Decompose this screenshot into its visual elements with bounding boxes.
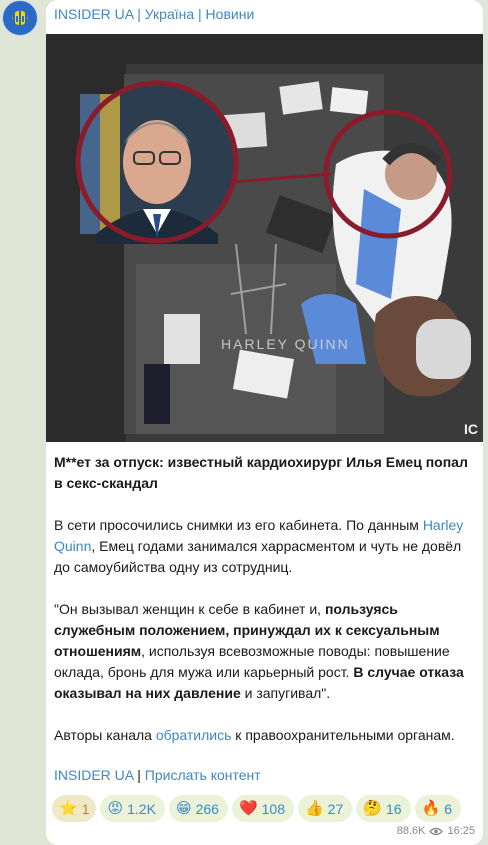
post-paragraph-2: "Он вызывал женщин к себе в кабинет и, п… xyxy=(54,599,476,704)
paragraph-text: к правоохранительными органам. xyxy=(231,727,455,743)
channel-name[interactable]: INSIDER UA | Україна | Новини xyxy=(54,6,254,22)
reaction-angry[interactable]: 😡 1.2K xyxy=(100,795,165,822)
eye-icon xyxy=(429,827,444,835)
paragraph-text: Авторы канала xyxy=(54,727,156,743)
reaction-count: 27 xyxy=(327,800,344,817)
paragraph-text: В сети просочились снимки из его кабинет… xyxy=(54,517,423,533)
reaction-count: 1.2K xyxy=(127,800,156,817)
post-text: М**ет за отпуск: известный кардиохирург … xyxy=(54,452,476,767)
appealed-link[interactable]: обратились xyxy=(156,727,232,743)
footer-links: INSIDER UA | Прислать контент xyxy=(54,767,261,783)
post-paragraph-3: Авторы канала обратились к правоохраните… xyxy=(54,725,476,746)
message-meta: 88.6K 16:25 xyxy=(397,825,475,837)
reactions-bar: ⭐ 1 😡 1.2K 😁 266 ❤️ 108 👍 27 🤔 16 🔥 6 xyxy=(52,795,461,822)
reaction-count: 1 xyxy=(81,800,90,817)
reaction-count: 266 xyxy=(195,800,219,817)
message-bubble: INSIDER UA | Україна | Новини HARLEY QUI… xyxy=(46,0,483,845)
trident-icon xyxy=(13,8,27,28)
reaction-count: 16 xyxy=(385,800,402,817)
reaction-grin[interactable]: 😁 266 xyxy=(168,795,228,822)
post-title: М**ет за отпуск: известный кардиохирург … xyxy=(54,454,468,491)
reaction-thinking[interactable]: 🤔 16 xyxy=(356,795,411,822)
post-paragraph-1: В сети просочились снимки из его кабинет… xyxy=(54,515,476,578)
reaction-fire[interactable]: 🔥 6 xyxy=(414,795,461,822)
timestamp: 16:25 xyxy=(447,825,475,837)
channel-link[interactable]: INSIDER UA xyxy=(54,767,133,783)
paragraph-text: , Емец годами занимался харрасментом и ч… xyxy=(54,538,462,575)
grinning-face-icon: 😁 xyxy=(175,800,192,817)
send-content-link[interactable]: Прислать контент xyxy=(145,767,261,783)
star-icon: ⭐ xyxy=(59,800,78,817)
thinking-face-icon: 🤔 xyxy=(363,800,382,817)
reaction-star[interactable]: ⭐ 1 xyxy=(52,795,97,822)
heart-icon: ❤️ xyxy=(238,800,258,817)
reaction-heart[interactable]: ❤️ 108 xyxy=(231,795,294,822)
reaction-count: 6 xyxy=(444,800,452,817)
separator: | xyxy=(133,767,145,783)
view-count: 88.6K xyxy=(396,825,426,837)
fire-icon: 🔥 xyxy=(421,800,441,817)
reaction-count: 108 xyxy=(261,800,285,817)
angry-face-icon: 😡 xyxy=(107,800,124,817)
thumbs-up-icon: 👍 xyxy=(304,800,324,817)
corner-text: IC xyxy=(464,421,478,437)
post-photo[interactable]: HARLEY QUINN IC xyxy=(46,34,483,442)
paragraph-text: и запугивал". xyxy=(240,685,331,701)
reaction-thumbs-up[interactable]: 👍 27 xyxy=(297,795,353,822)
channel-avatar[interactable] xyxy=(2,0,38,36)
watermark-text: HARLEY QUINN xyxy=(221,336,350,352)
paragraph-text: "Он вызывал женщин к себе в кабинет и, xyxy=(54,601,325,617)
